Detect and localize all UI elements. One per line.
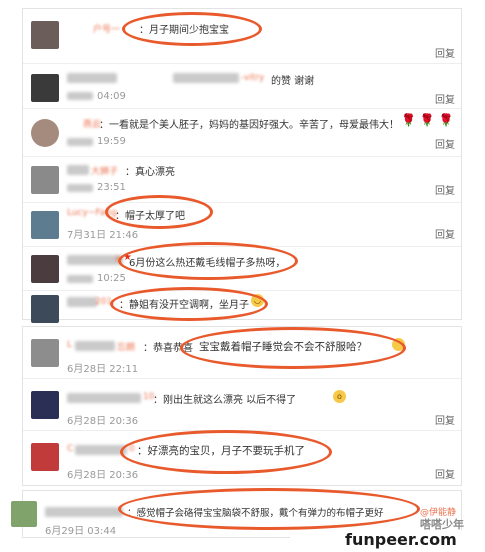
username[interactable]: 户号一 xyxy=(93,22,120,35)
rose-emoji-icons: 🌹 🌹 🌹 xyxy=(401,113,454,127)
username[interactable]: 大狮子 xyxy=(91,164,118,177)
comment-text: ：静姐有没开空调啊，坐月子 xyxy=(119,300,249,311)
comment-text: 6月份这么热还戴毛线帽子多热呀， xyxy=(129,258,286,269)
comment-date: 6月28日 20:36 xyxy=(67,416,139,427)
comment-date: 7月31日 21:46 xyxy=(67,230,139,241)
username[interactable]: -vitry xyxy=(241,73,264,83)
username-suffix[interactable]: 0 xyxy=(129,444,135,454)
username[interactable]: a xyxy=(115,254,121,264)
reply-link[interactable]: 回复 xyxy=(435,45,455,60)
username[interactable]: C xyxy=(67,444,73,454)
comment-text: 的赞 谢谢 xyxy=(271,76,315,87)
avatar[interactable] xyxy=(31,255,59,283)
avatar[interactable] xyxy=(31,166,59,194)
comment-panel-2: L 忘朗 ：恭喜恭喜 宝宝戴着帽子睡觉会不会不舒服哈？ ˘ 6月28日 22:1… xyxy=(22,326,462,486)
comment-text: ：月子期间少抱宝宝 xyxy=(139,25,229,36)
comment-text: ：感觉帽子会硌得宝宝脑袋不舒服，戴个有弹力的布帽子更好 xyxy=(127,508,384,519)
comment-date: 04:09 xyxy=(97,91,126,102)
avatar[interactable] xyxy=(11,501,37,527)
comment-row: a ★ 6月份这么热还戴毛线帽子多热呀， 10:25 xyxy=(23,247,461,291)
comment-row: L 忘朗 ：恭喜恭喜 宝宝戴着帽子睡觉会不会不舒服哈？ ˘ 6月28日 22:1… xyxy=(23,327,461,379)
avatar[interactable] xyxy=(31,211,59,239)
comment-text: ：一看就是个美人胚子，妈妈的基因好强大。辛苦了，母爱最伟大！ xyxy=(99,120,399,131)
comment-date: 6月28日 22:11 xyxy=(67,364,139,375)
avatar[interactable] xyxy=(31,119,59,147)
reply-link[interactable]: 回复 xyxy=(435,136,455,151)
comment-date: 23:51 xyxy=(97,182,126,193)
comment-row: 10 ：刚出生就这么漂亮 以后不得了 o 6月28日 20:36 回复 xyxy=(23,379,461,431)
surprised-emoji-icon: o xyxy=(333,390,346,403)
avatar[interactable] xyxy=(31,74,59,102)
comment-date: 10:25 xyxy=(97,273,126,284)
comment-text: ：帽子太厚了吧 xyxy=(115,211,185,222)
comment-row: 201 ：静姐有没开空调啊，坐月子 ◡ xyxy=(23,291,461,323)
reply-link[interactable]: 回复 xyxy=(435,91,455,106)
comment-row: Lucy~Fang ：帽子太厚了吧 7月31日 21:46 回复 xyxy=(23,203,461,247)
comment-date: 19:59 xyxy=(97,136,126,147)
comment-text-continued: 宝宝戴着帽子睡觉会不会不舒服哈？ xyxy=(199,341,367,353)
username[interactable]: L xyxy=(67,340,72,350)
comment-row: 大狮子 ：真心漂亮 23:51 回复 xyxy=(23,157,461,203)
wink-emoji-icon: ˘ xyxy=(392,338,405,351)
comment-text: ：恭喜恭喜 xyxy=(143,343,193,354)
reply-link[interactable]: 回复 xyxy=(435,466,455,481)
reply-link[interactable]: 回复 xyxy=(435,226,455,241)
avatar[interactable] xyxy=(31,21,59,49)
username[interactable]: Lucy~Fang xyxy=(67,208,117,218)
avatar[interactable] xyxy=(31,443,59,471)
comment-date: 6月29日 03:44 xyxy=(45,526,117,537)
avatar[interactable] xyxy=(31,339,59,367)
username-suffix[interactable]: 忘朗 xyxy=(117,340,135,353)
reply-link[interactable]: 回复 xyxy=(435,182,455,197)
comment-text: ：真心漂亮 xyxy=(125,167,175,178)
comment-panel-1: 户号一 ：月子期间少抱宝宝 回复 -vitry 的赞 谢谢 04:09 回复 燕… xyxy=(22,8,462,323)
comment-row: C 0 ：好漂亮的宝贝，月子不要玩手机了 6月28日 20:36 回复 xyxy=(23,431,461,487)
avatar[interactable] xyxy=(31,391,59,419)
reply-link[interactable]: 回复 xyxy=(435,412,455,427)
comment-text: ：好漂亮的宝贝，月子不要玩手机了 xyxy=(137,445,305,457)
comment-row: 燕云 ：一看就是个美人胚子，妈妈的基因好强大。辛苦了，母爱最伟大！ 🌹 🌹 🌹 … xyxy=(23,109,461,157)
avatar[interactable] xyxy=(31,295,59,323)
comment-date: 6月28日 20:36 xyxy=(67,470,139,481)
comment-row: 户号一 ：月子期间少抱宝宝 回复 xyxy=(23,9,461,64)
comment-text: ：刚出生就这么漂亮 以后不得了 xyxy=(153,395,297,406)
comment-row: -vitry 的赞 谢谢 04:09 回复 xyxy=(23,64,461,109)
smile-emoji-icon: ◡ xyxy=(251,294,264,307)
watermark-site: funpeer.com xyxy=(345,530,457,549)
username[interactable]: 201 xyxy=(95,297,112,307)
